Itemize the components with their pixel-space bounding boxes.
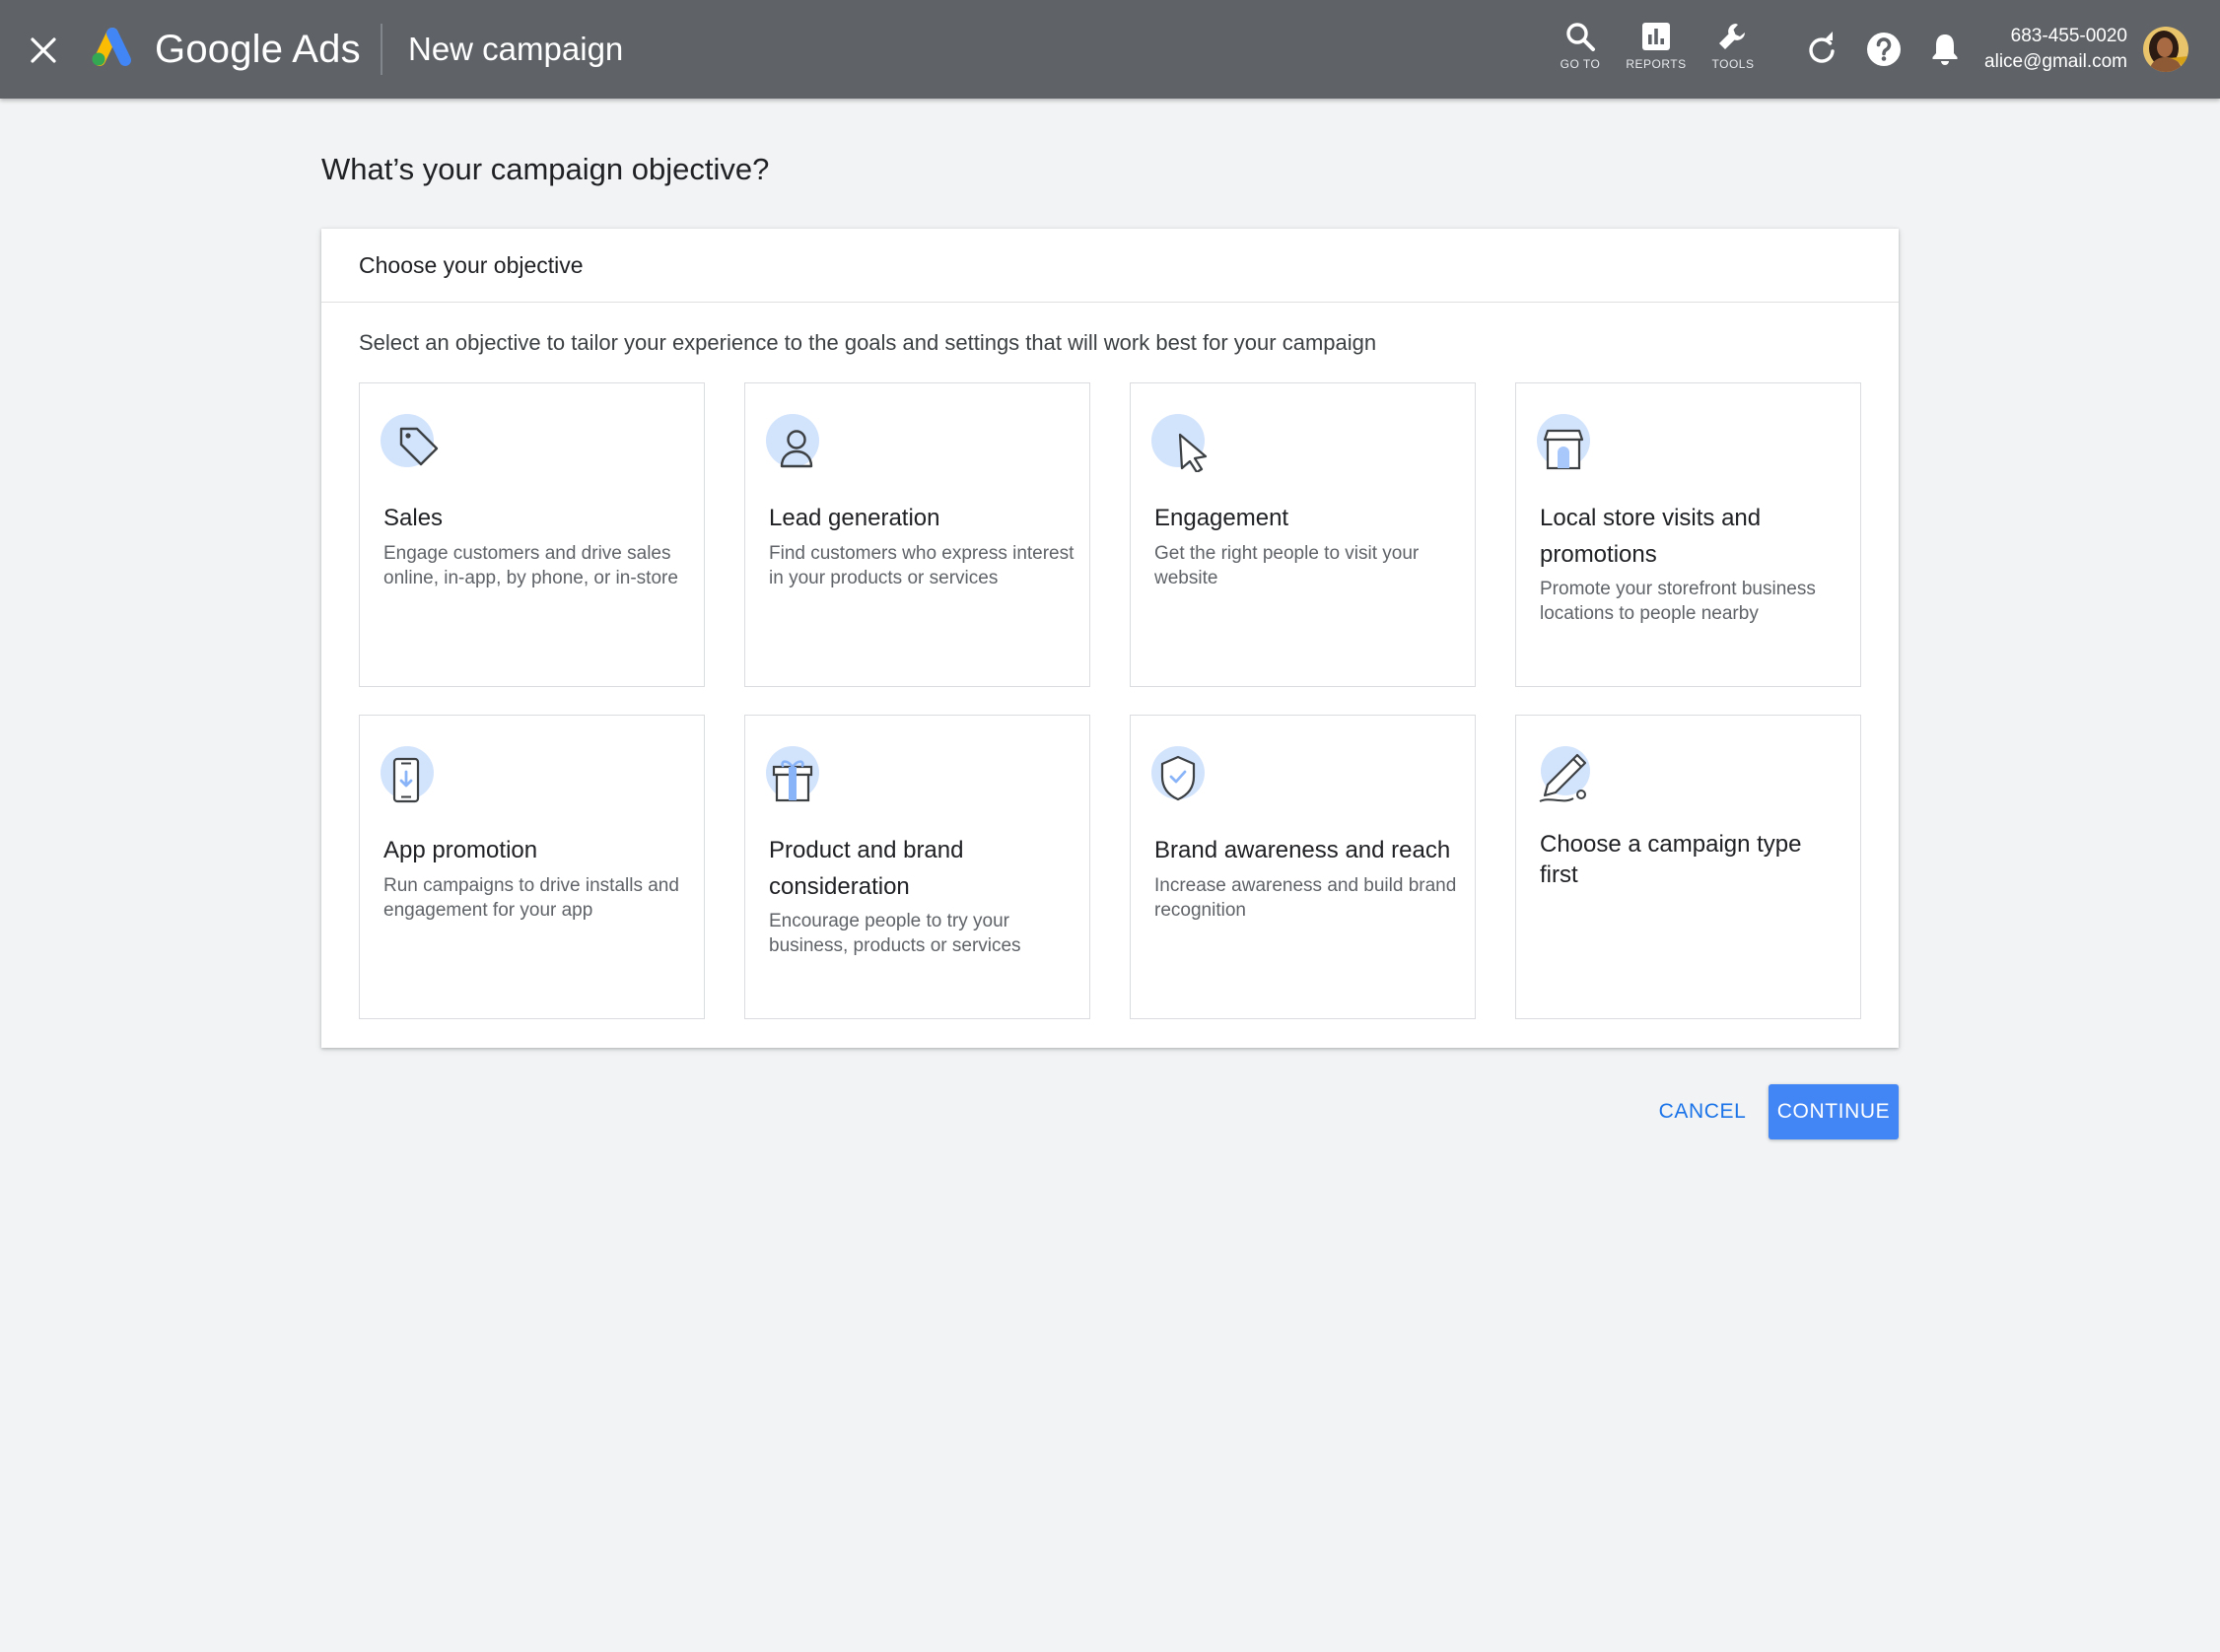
objective-title: Sales	[383, 505, 444, 531]
objective-description: Increase awareness and build brand recog…	[1154, 875, 1457, 921]
top-app-bar: Google Ads New campaign GO TO REPORTS TO…	[0, 0, 2220, 99]
shield-check-icon	[1151, 746, 1205, 801]
objective-app-promotion[interactable]: App promotion Run campaigns to drive ins…	[359, 715, 705, 1019]
objective-description: Engage customers and drive sales online,…	[383, 543, 678, 588]
refresh-button[interactable]	[1800, 28, 1843, 71]
storefront-icon	[1537, 414, 1590, 470]
close-icon	[31, 37, 56, 63]
main-heading: What’s your campaign objective?	[321, 152, 770, 186]
objective-title: Engagement	[1154, 505, 1289, 531]
cursor-icon	[1151, 414, 1208, 472]
phone-download-icon	[381, 746, 434, 803]
help-icon	[1867, 33, 1901, 66]
objective-card: Choose your objective Select an objectiv…	[321, 229, 1899, 1048]
objective-engagement[interactable]: Engagement Get the right people to visit…	[1130, 382, 1476, 687]
account-email: alice@gmail.com	[1984, 51, 2127, 72]
tools-button[interactable]: TOOLS	[1688, 20, 1778, 81]
page-title: New campaign	[408, 31, 624, 67]
pencil-icon	[1539, 746, 1590, 802]
topbar-divider	[381, 24, 382, 75]
objective-brand-awareness[interactable]: Brand awareness and reach Increase aware…	[1130, 715, 1476, 1019]
objective-title: Local store visits and promotions	[1540, 505, 1762, 568]
avatar[interactable]	[2143, 27, 2188, 72]
objective-title: App promotion	[383, 837, 538, 863]
objective-description: Promote your storefront business locatio…	[1540, 579, 1816, 624]
objective-lead-generation[interactable]: Lead generation Find customers who expre…	[744, 382, 1090, 687]
wrench-icon	[1719, 24, 1745, 49]
refresh-icon	[1809, 32, 1835, 63]
objective-title: Lead generation	[769, 505, 940, 531]
bell-icon	[1932, 34, 1958, 65]
objective-title: Choose a campaign type first	[1540, 831, 1802, 888]
person-icon	[766, 414, 819, 468]
avatar-image	[2143, 27, 2188, 72]
cancel-button[interactable]: CANCEL	[1644, 1084, 1761, 1139]
continue-button[interactable]: CONTINUE	[1769, 1084, 1899, 1139]
objective-choose-campaign-type-first[interactable]: Choose a campaign type first	[1515, 715, 1861, 1019]
bar-chart-icon	[1642, 23, 1670, 50]
account-info[interactable]: 683-455-0020 alice@gmail.com	[1984, 24, 2127, 75]
card-description: Select an objective to tailor your exper…	[359, 330, 1377, 355]
objective-description: Get the right people to visit your websi…	[1154, 543, 1420, 588]
help-button[interactable]	[1862, 28, 1906, 71]
gift-box-icon	[766, 746, 819, 802]
tools-label: TOOLS	[1711, 57, 1755, 71]
search-icon	[1566, 23, 1595, 51]
product-name: Google Ads	[155, 28, 361, 71]
objective-description: Run campaigns to drive installs and enga…	[383, 875, 679, 921]
google-ads-logo[interactable]	[87, 24, 138, 69]
close-button[interactable]	[22, 26, 65, 73]
notifications-button[interactable]	[1923, 28, 1967, 71]
objective-local-store-visits[interactable]: Local store visits and promotions Promot…	[1515, 382, 1861, 687]
google-ads-logo-icon	[92, 28, 131, 66]
objective-title: Brand awareness and reach	[1154, 837, 1451, 863]
account-phone: 683-455-0020	[2010, 26, 2127, 46]
objective-sales[interactable]: Sales Engage customers and drive sales o…	[359, 382, 705, 687]
objective-title: Product and brand consideration	[769, 837, 964, 900]
card-title: Choose your objective	[359, 252, 584, 278]
objective-description: Find customers who express interest in y…	[769, 543, 1075, 588]
price-tag-icon	[381, 414, 439, 467]
objective-description: Encourage people to try your business, p…	[769, 911, 1021, 956]
objective-product-brand-consideration[interactable]: Product and brand consideration Encourag…	[744, 715, 1090, 1019]
card-header: Choose your objective	[321, 229, 1899, 303]
